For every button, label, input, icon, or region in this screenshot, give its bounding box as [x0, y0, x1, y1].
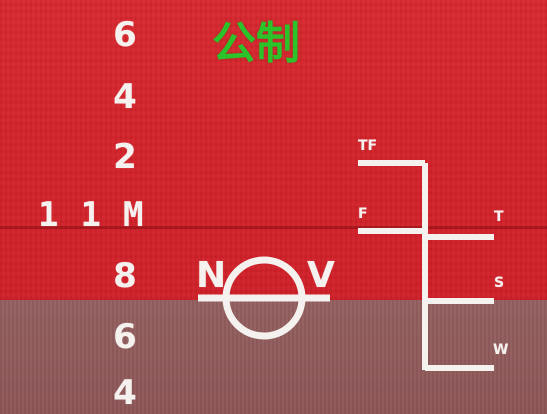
label-summer: S: [494, 275, 505, 291]
plimsoll-letter-v: V: [307, 255, 335, 296]
plimsoll-letter-n: N: [196, 255, 227, 296]
load-line-marks: [198, 160, 494, 371]
label-tropical-fresh: TF: [358, 138, 378, 154]
label-tropical: T: [494, 209, 504, 225]
label-fresh: F: [358, 206, 368, 222]
label-winter: W: [493, 342, 509, 358]
